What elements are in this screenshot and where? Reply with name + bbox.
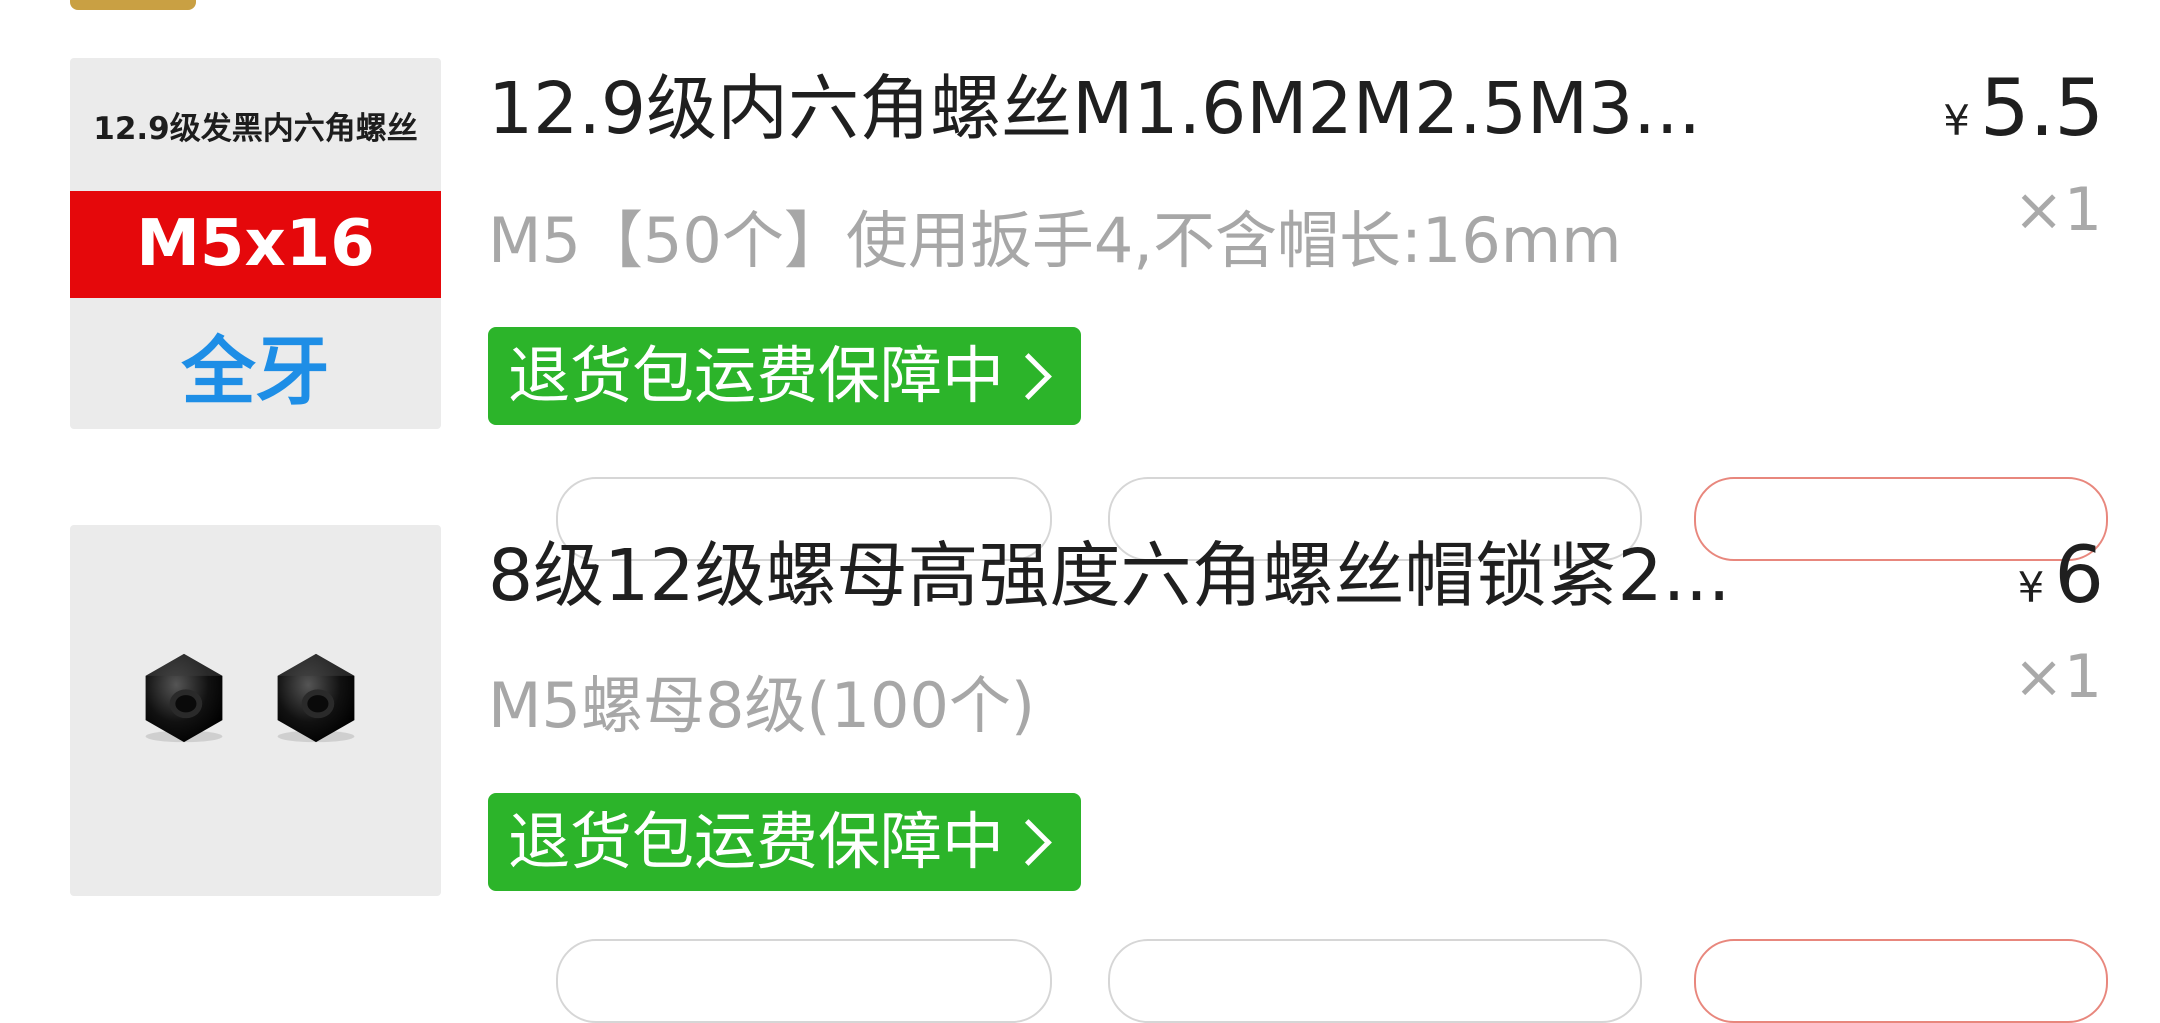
product-quantity: ×1 xyxy=(2013,642,2102,712)
price-amount: 5.5 xyxy=(1979,64,2104,154)
product-title[interactable]: 12.9级内六角螺丝M1.6M2M2.5M3... xyxy=(488,73,1701,144)
product-thumbnail[interactable] xyxy=(70,525,441,896)
order-item[interactable]: 12.9级发黑内六角螺丝 M5x16 全牙 12.9级内六角螺丝M1.6M2M2… xyxy=(0,0,2160,561)
product-price: ¥5.5 xyxy=(1943,70,2104,148)
thumbnail-size-band: M5x16 xyxy=(70,191,441,298)
product-quantity: ×1 xyxy=(2013,175,2102,245)
order-item[interactable]: 8级12级螺母高强度六角螺丝帽锁紧2... M5螺母8级(100个) 退货包运费… xyxy=(0,465,2160,1023)
product-spec: M5【50个】使用扳手4,不含帽长:16mm xyxy=(488,204,1622,277)
thumbnail-caption: 12.9级发黑内六角螺丝 xyxy=(93,111,418,147)
chevron-right-icon xyxy=(1005,818,1052,866)
return-shipping-guarantee-badge[interactable]: 退货包运费保障中 xyxy=(488,327,1082,425)
product-price: ¥6 xyxy=(2018,537,2104,615)
guarantee-label: 退货包运费保障中 xyxy=(508,805,1005,878)
hex-nut-icon xyxy=(277,653,355,743)
hex-nut-icon xyxy=(145,653,223,743)
return-shipping-guarantee-badge[interactable]: 退货包运费保障中 xyxy=(488,793,1082,891)
order-action-button[interactable] xyxy=(556,939,1052,1023)
order-primary-action-button[interactable] xyxy=(1694,939,2108,1023)
product-spec: M5螺母8级(100个) xyxy=(488,669,1036,742)
currency-symbol: ¥ xyxy=(2017,563,2045,612)
product-title[interactable]: 8级12级螺母高强度六角螺丝帽锁紧2... xyxy=(488,540,1730,611)
currency-symbol: ¥ xyxy=(1943,96,1970,145)
order-action-button[interactable] xyxy=(1108,939,1642,1023)
chevron-right-icon xyxy=(1005,352,1052,400)
product-thumbnail[interactable]: 12.9级发黑内六角螺丝 M5x16 全牙 xyxy=(70,58,441,429)
guarantee-label: 退货包运费保障中 xyxy=(508,339,1005,412)
thumbnail-thread-label: 全牙 xyxy=(181,329,330,415)
price-amount: 6 xyxy=(2054,531,2104,621)
